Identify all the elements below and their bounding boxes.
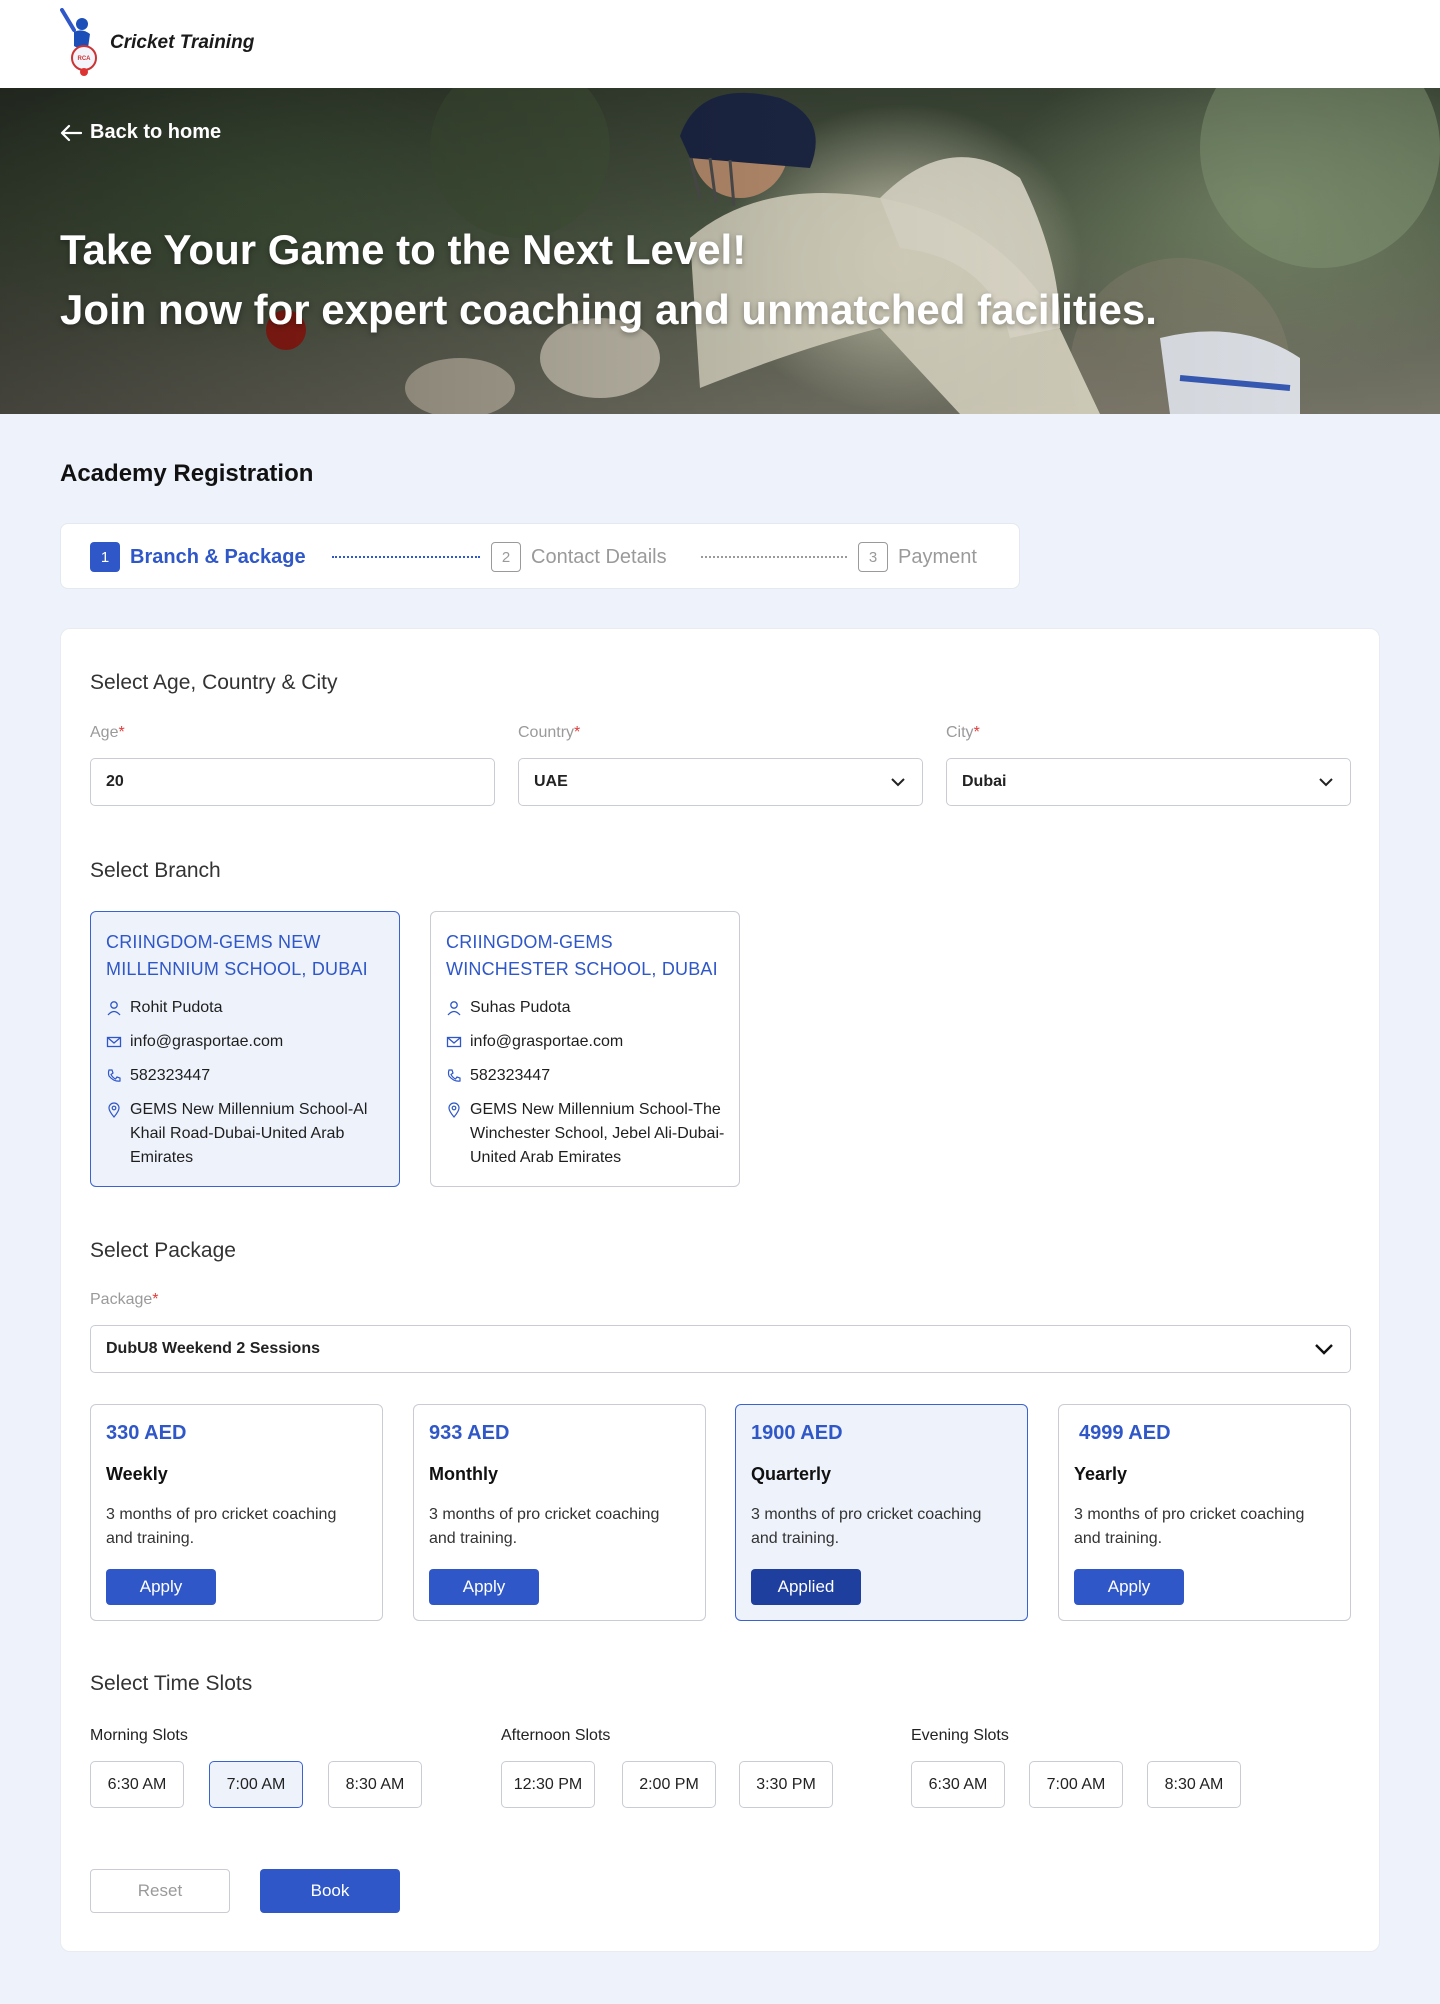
package-name: Monthly xyxy=(429,1464,498,1484)
afternoon-slots-label: Afternoon Slots xyxy=(501,1727,611,1744)
evening-slots-label: Evening Slots xyxy=(911,1727,1009,1744)
branch-phone: 582323447 xyxy=(106,1064,210,1088)
package-label: Package* xyxy=(90,1291,159,1308)
apply-button[interactable]: Apply xyxy=(429,1569,539,1605)
branch-email: info@grasportae.com xyxy=(446,1030,623,1054)
back-to-home-link[interactable]: Back to home xyxy=(60,121,221,144)
user-icon xyxy=(107,1001,121,1016)
section-title-branch: Select Branch xyxy=(90,859,221,882)
package-name: Yearly xyxy=(1074,1464,1128,1484)
apply-button[interactable]: Apply xyxy=(106,1569,216,1605)
location-pin-icon xyxy=(448,1102,460,1118)
svg-text:RCA: RCA xyxy=(78,56,92,62)
step-branch-package[interactable]: 1 Branch & Package xyxy=(90,542,306,572)
country-select[interactable]: UAE xyxy=(518,758,923,806)
package-description: 3 months of pro cricket coaching and tra… xyxy=(429,1506,660,1547)
branch-address: GEMS New Millennium School-The Wincheste… xyxy=(446,1098,731,1170)
package-price: 4999 AED xyxy=(1079,1422,1171,1444)
book-button[interactable]: Book xyxy=(260,1869,400,1913)
branch-card-new-millennium[interactable]: CRIINGDOM-GEMS NEW MILLENNIUM SCHOOL, DU… xyxy=(90,911,400,1187)
phone-icon xyxy=(447,1069,461,1082)
user-icon xyxy=(447,1001,461,1016)
back-to-home-label: Back to home xyxy=(90,121,222,143)
time-slot-morning-2[interactable]: 7:00 AM xyxy=(209,1761,303,1808)
phone-icon xyxy=(107,1069,121,1082)
step-label: Payment xyxy=(898,545,977,568)
package-card-monthly[interactable]: 933 AED Monthly 3 months of pro cricket … xyxy=(413,1404,706,1621)
city-select[interactable]: Dubai xyxy=(946,758,1351,806)
package-select[interactable]: DubU8 Weekend 2 Sessions xyxy=(90,1325,1351,1373)
package-price: 933 AED xyxy=(429,1422,510,1444)
chevron-down-icon xyxy=(1319,778,1333,787)
location-pin-icon xyxy=(108,1102,120,1118)
step-payment[interactable]: 3 Payment xyxy=(858,542,977,572)
country-label: Country* xyxy=(518,724,581,741)
package-card-quarterly[interactable]: 1900 AED Quarterly 3 months of pro crick… xyxy=(735,1404,1028,1621)
registration-stepper: 1 Branch & Package 2 Contact Details 3 P… xyxy=(60,523,1020,589)
chevron-down-icon xyxy=(891,778,905,787)
top-bar: RCA Cricket Training xyxy=(0,0,1440,88)
cricket-logo-icon[interactable]: RCA xyxy=(60,8,108,78)
package-description: 3 months of pro cricket coaching and tra… xyxy=(1074,1506,1305,1547)
city-value: Dubai xyxy=(962,773,1007,790)
registration-form-card: Select Age, Country & City Age* 20 Count… xyxy=(60,628,1380,1952)
branch-title: CRIINGDOM-GEMS WINCHESTER SCHOOL, DUBAI xyxy=(446,932,718,979)
country-value: UAE xyxy=(534,773,568,790)
step-contact-details[interactable]: 2 Contact Details xyxy=(491,542,667,572)
package-description: 3 months of pro cricket coaching and tra… xyxy=(751,1506,982,1547)
hero-title: Take Your Game to the Next Level! Join n… xyxy=(60,220,1157,340)
branch-address: GEMS New Millennium School-Al Khail Road… xyxy=(106,1098,386,1170)
hero-title-line-1: Take Your Game to the Next Level! xyxy=(60,226,747,273)
step-number: 2 xyxy=(491,542,521,572)
package-value: DubU8 Weekend 2 Sessions xyxy=(106,1340,320,1357)
step-label: Branch & Package xyxy=(130,545,306,568)
city-label: City* xyxy=(946,724,980,741)
branch-phone: 582323447 xyxy=(446,1064,550,1088)
package-card-weekly[interactable]: 330 AED Weekly 3 months of pro cricket c… xyxy=(90,1404,383,1621)
time-slot-afternoon-2[interactable]: 2:00 PM xyxy=(622,1761,716,1808)
branch-email: info@grasportae.com xyxy=(106,1030,283,1054)
arrow-left-icon xyxy=(60,124,82,141)
section-title-location: Select Age, Country & City xyxy=(90,671,338,694)
mail-icon xyxy=(446,1036,462,1048)
time-slot-morning-1[interactable]: 6:30 AM xyxy=(90,1761,184,1808)
hero-title-line-2: Join now for expert coaching and unmatch… xyxy=(60,286,1157,333)
package-card-yearly[interactable]: 4999 AED Yearly 3 months of pro cricket … xyxy=(1058,1404,1351,1621)
reset-button[interactable]: Reset xyxy=(90,1869,230,1913)
mail-icon xyxy=(106,1036,122,1048)
section-title-package: Select Package xyxy=(90,1239,236,1262)
brand-name: Cricket Training xyxy=(110,32,255,53)
step-connector xyxy=(332,556,480,558)
age-input[interactable]: 20 xyxy=(90,758,495,806)
package-price: 330 AED xyxy=(106,1422,187,1444)
time-slot-afternoon-1[interactable]: 12:30 PM xyxy=(501,1761,595,1808)
package-description: 3 months of pro cricket coaching and tra… xyxy=(106,1506,337,1547)
applied-button[interactable]: Applied xyxy=(751,1569,861,1605)
step-connector xyxy=(701,556,847,558)
age-label: Age* xyxy=(90,724,125,741)
time-slot-afternoon-3[interactable]: 3:30 PM xyxy=(739,1761,833,1808)
package-name: Quarterly xyxy=(751,1464,832,1484)
hero-banner: Back to home Take Your Game to the Next … xyxy=(0,88,1440,414)
morning-slots-label: Morning Slots xyxy=(90,1727,188,1744)
branch-contact: Suhas Pudota xyxy=(446,996,571,1020)
branch-title: CRIINGDOM-GEMS NEW MILLENNIUM SCHOOL, DU… xyxy=(106,932,368,979)
step-label: Contact Details xyxy=(531,545,667,568)
package-price: 1900 AED xyxy=(751,1422,843,1444)
time-slot-evening-1[interactable]: 6:30 AM xyxy=(911,1761,1005,1808)
section-title-slots: Select Time Slots xyxy=(90,1672,253,1695)
time-slot-morning-3[interactable]: 8:30 AM xyxy=(328,1761,422,1808)
chevron-down-icon xyxy=(1315,1344,1333,1355)
package-name: Weekly xyxy=(106,1464,168,1484)
apply-button[interactable]: Apply xyxy=(1074,1569,1184,1605)
page-title: Academy Registration xyxy=(60,460,314,487)
step-number: 1 xyxy=(90,542,120,572)
time-slot-evening-2[interactable]: 7:00 AM xyxy=(1029,1761,1123,1808)
time-slot-evening-3[interactable]: 8:30 AM xyxy=(1147,1761,1241,1808)
branch-card-winchester[interactable]: CRIINGDOM-GEMS WINCHESTER SCHOOL, DUBAI … xyxy=(430,911,740,1187)
branch-contact: Rohit Pudota xyxy=(106,996,223,1020)
step-number: 3 xyxy=(858,542,888,572)
